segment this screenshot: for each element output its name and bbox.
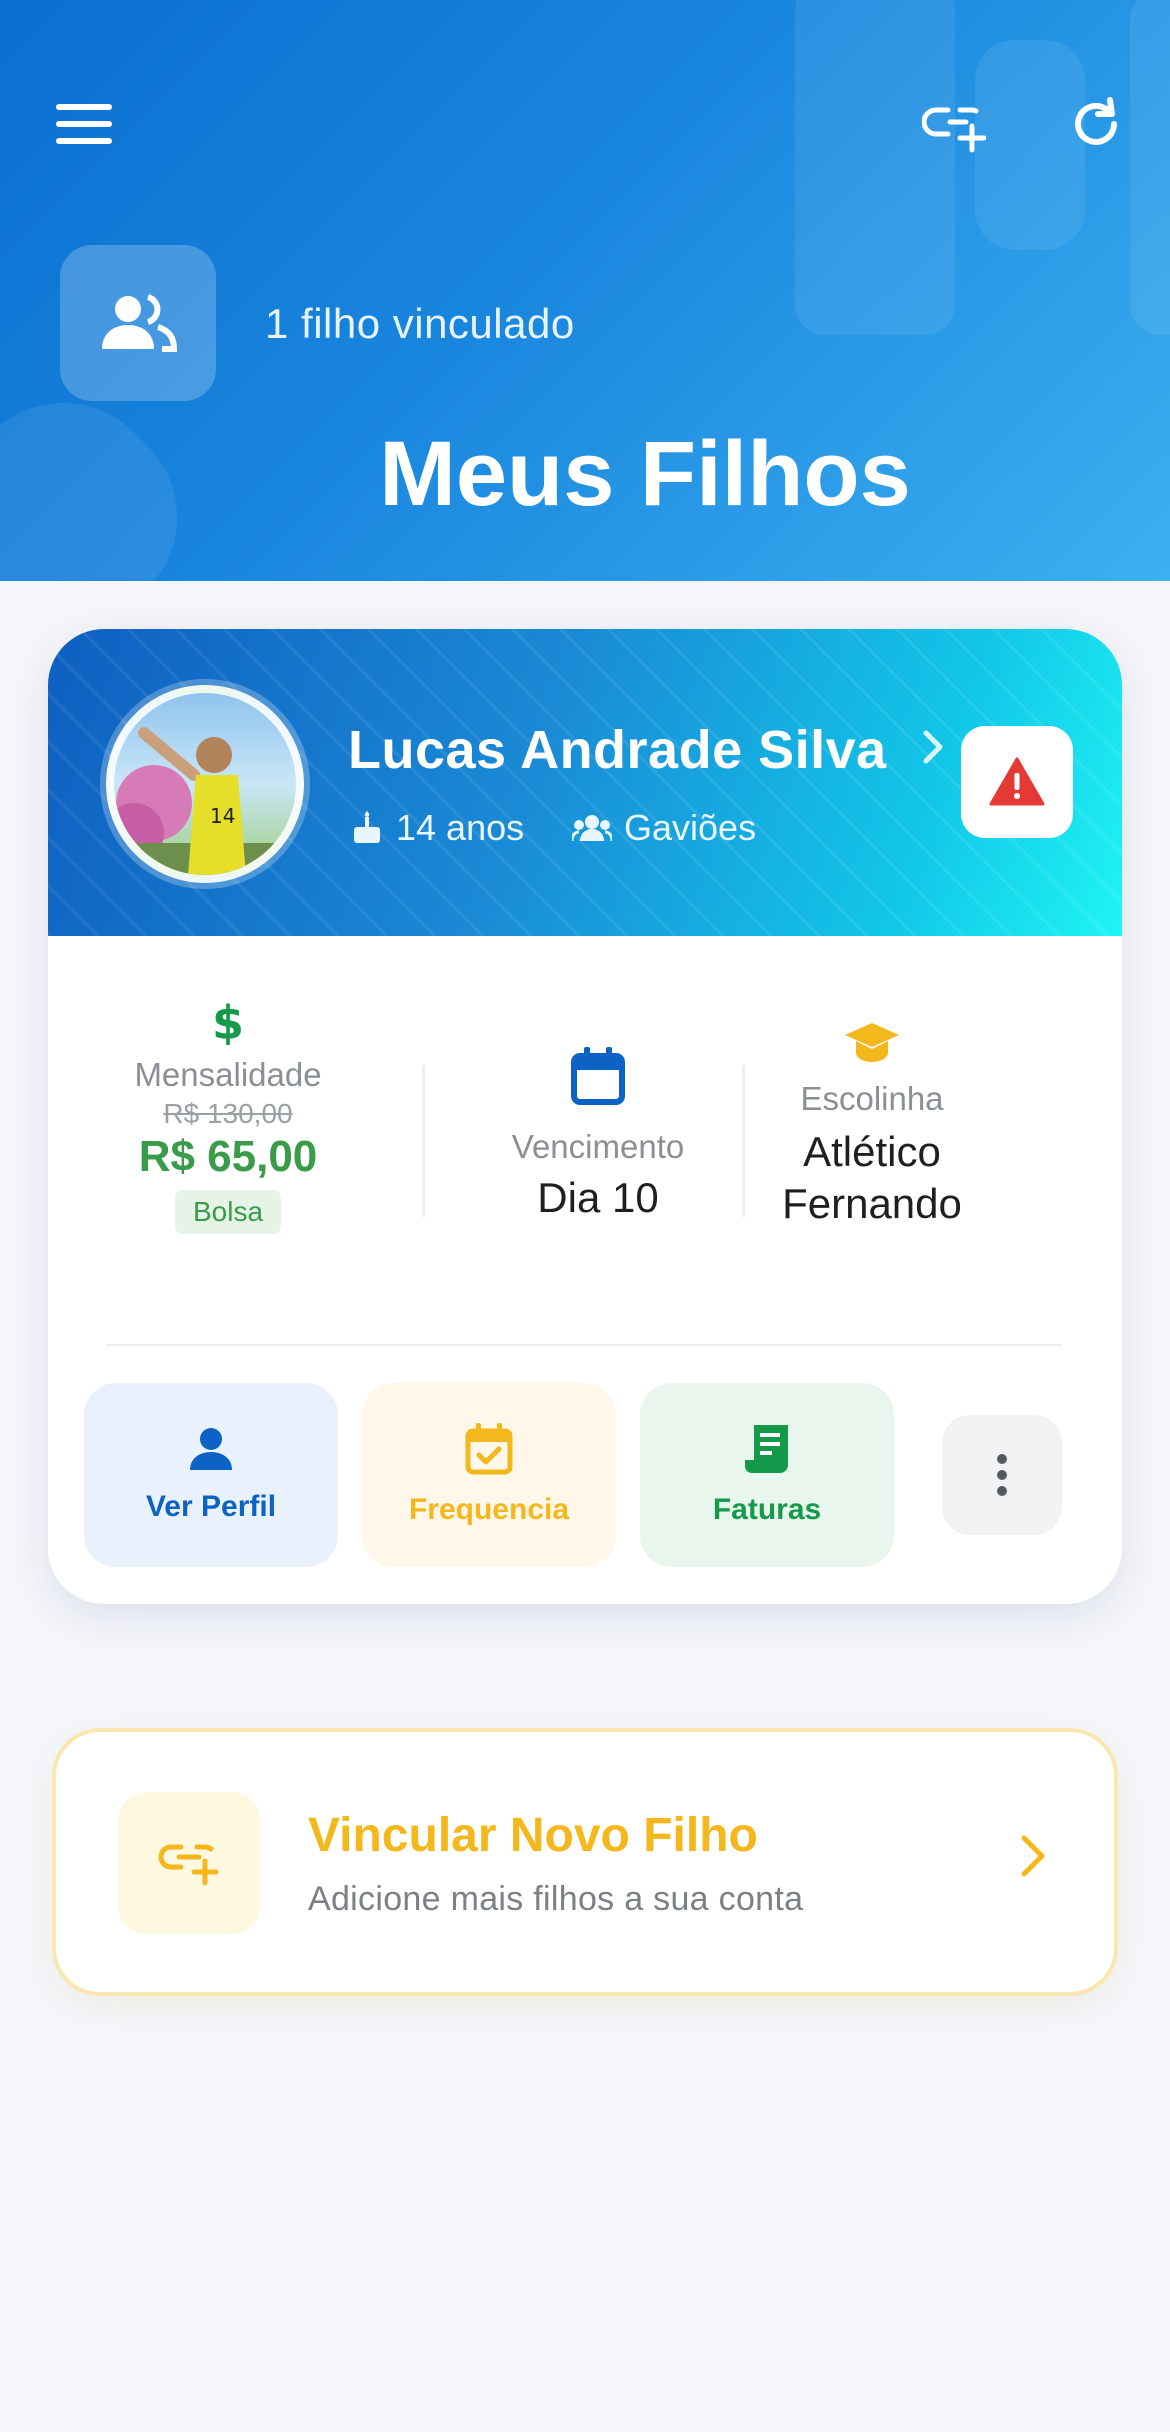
- view-profile-label: Ver Perfil: [145, 1490, 277, 1523]
- calendar-icon: [571, 1047, 625, 1105]
- receipt-icon: [745, 1425, 788, 1473]
- child-age: 14 anos: [350, 807, 524, 849]
- more-vertical-icon: [997, 1454, 1007, 1496]
- link-child-icon[interactable]: [921, 92, 987, 156]
- link-new-child-card[interactable]: Vincular Novo Filho Adicione mais filhos…: [52, 1728, 1118, 1996]
- refresh-icon[interactable]: [1066, 94, 1130, 158]
- due-value: Dia 10: [537, 1174, 659, 1221]
- link-card-subtitle: Adicione mais filhos a sua conta: [308, 1880, 804, 1918]
- invoices-label: Faturas: [712, 1493, 822, 1526]
- more-options-button[interactable]: [942, 1415, 1062, 1535]
- avatar[interactable]: 14: [106, 685, 304, 883]
- link-icon-box: [118, 1792, 260, 1934]
- link-add-icon: [158, 1844, 219, 1886]
- child-age-text: 14 anos: [396, 807, 525, 848]
- users-icon: [102, 294, 178, 352]
- due-info: Vencimento Dia 10: [478, 1047, 718, 1222]
- team-icon: [572, 815, 612, 842]
- children-count-icon-box: [60, 245, 216, 401]
- fee-info: $ Mensalidade R$ 130,00 R$ 65,00 Bolsa: [134, 996, 322, 1234]
- calendar-check-icon: [465, 1423, 513, 1475]
- cake-icon: [354, 811, 380, 843]
- child-team: Gaviões: [572, 807, 756, 849]
- attendance-button[interactable]: Frequencia: [362, 1383, 616, 1567]
- link-card-title: Vincular Novo Filho: [308, 1809, 758, 1862]
- warning-icon: [989, 757, 1045, 806]
- child-card: 14 Lucas Andrade Silva 14 anos Gaviões $…: [48, 629, 1122, 1604]
- attendance-label: Frequencia: [408, 1493, 570, 1526]
- scholarship-badge: Bolsa: [174, 1190, 282, 1234]
- svg-text:$: $: [213, 999, 243, 1045]
- school-label: Escolinha: [800, 1080, 944, 1117]
- graduation-cap-icon: [845, 1023, 899, 1062]
- menu-button[interactable]: [56, 104, 112, 144]
- fee-price: R$ 65,00: [138, 1132, 318, 1181]
- alert-button[interactable]: [961, 726, 1073, 838]
- child-name[interactable]: Lucas Andrade Silva: [348, 719, 887, 781]
- svg-text:14: 14: [210, 804, 235, 828]
- person-icon: [190, 1428, 232, 1470]
- school-value-line1: Atlético: [803, 1128, 941, 1175]
- app-header: 1 filho vinculado Meus Filhos: [0, 0, 1170, 581]
- school-info: Escolinha Atlético Fernando: [694, 1019, 1050, 1228]
- child-team-text: Gaviões: [624, 807, 757, 848]
- school-value-line2: Fernando: [782, 1180, 962, 1227]
- invoices-button[interactable]: Faturas: [640, 1383, 894, 1567]
- chevron-right-icon[interactable]: [918, 727, 948, 777]
- fee-old-price: R$ 130,00: [163, 1098, 293, 1129]
- header-decoration: [1130, 0, 1170, 335]
- info-divider: [422, 1065, 425, 1217]
- children-count-text: 1 filho vinculado: [265, 300, 575, 347]
- header-decoration: [795, 0, 955, 335]
- page-title: Meus Filhos: [379, 423, 911, 525]
- card-divider: [106, 1344, 1062, 1346]
- chevron-right-icon: [1018, 1832, 1048, 1885]
- fee-label: Mensalidade: [134, 1056, 322, 1093]
- dollar-icon: $: [212, 996, 244, 1050]
- view-profile-button[interactable]: Ver Perfil: [84, 1383, 338, 1567]
- due-label: Vencimento: [511, 1128, 685, 1165]
- child-card-header: 14 Lucas Andrade Silva 14 anos Gaviões: [48, 629, 1122, 936]
